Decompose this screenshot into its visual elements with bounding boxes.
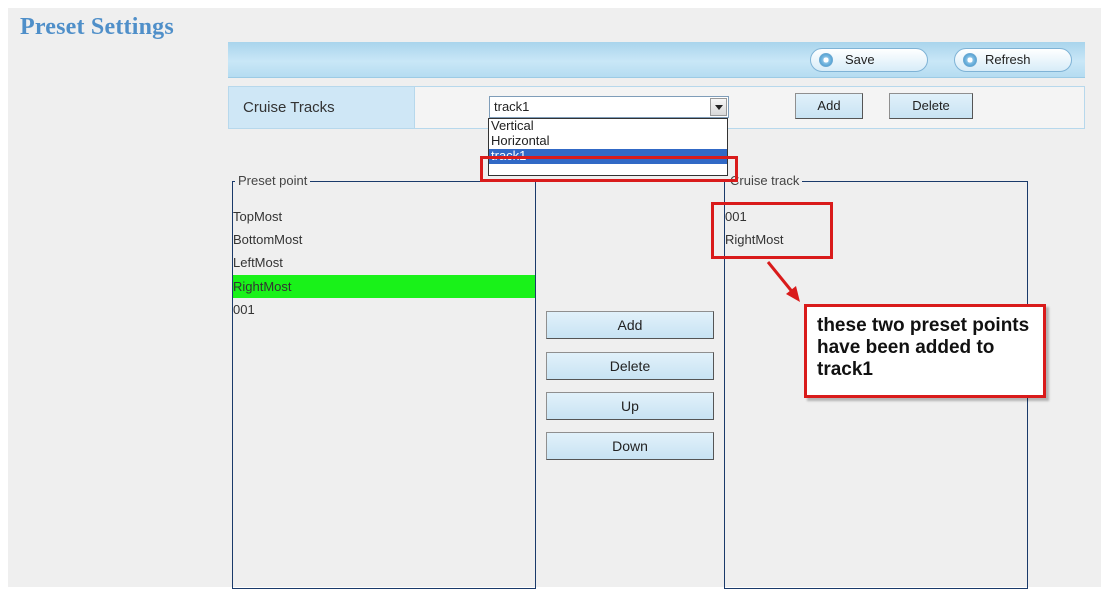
preset-list-item[interactable]: 001	[233, 298, 535, 321]
move-down-button[interactable]: Down	[546, 432, 714, 460]
track-option[interactable]: Horizontal	[489, 134, 727, 149]
page-title: Preset Settings	[20, 14, 174, 40]
cruise-track-legend: Cruise track	[727, 173, 803, 189]
cruise-track-select[interactable]: track1	[489, 96, 729, 118]
cruise-list-item[interactable]: 001	[725, 205, 1027, 228]
annotation-callout: these two preset points have been added …	[804, 304, 1046, 398]
cruise-tracks-label: Cruise Tracks	[229, 87, 415, 128]
delete-from-track-button[interactable]: Delete	[546, 352, 714, 380]
cruise-track-select-value: track1	[494, 99, 530, 114]
save-button[interactable]: Save	[810, 48, 928, 72]
arrow-down-icon	[766, 261, 800, 302]
add-to-track-button[interactable]: Add	[546, 311, 714, 339]
preset-list-item[interactable]: BottomMost	[233, 228, 535, 251]
toolbar: Save Refresh	[228, 42, 1085, 78]
preset-list-item-selected[interactable]: RightMost	[233, 275, 535, 298]
refresh-cycle-icon	[819, 53, 833, 67]
preset-point-legend: Preset point	[235, 173, 311, 189]
preset-point-group: Preset point TopMost BottomMost LeftMost…	[232, 173, 536, 589]
refresh-button-label: Refresh	[985, 52, 1031, 67]
move-up-button[interactable]: Up	[546, 392, 714, 420]
cruise-list-item[interactable]: RightMost	[725, 228, 1027, 251]
refresh-button[interactable]: Refresh	[954, 48, 1072, 72]
track-option-selected[interactable]: track1	[489, 149, 727, 164]
refresh-cycle-icon	[963, 53, 977, 67]
add-track-button[interactable]: Add	[795, 93, 863, 119]
chevron-down-icon[interactable]	[710, 98, 727, 116]
save-button-label: Save	[845, 52, 875, 67]
preset-list-item[interactable]: LeftMost	[233, 251, 535, 274]
track-option[interactable]: Vertical	[489, 119, 727, 134]
preset-list-item[interactable]: TopMost	[233, 205, 535, 228]
track-dropdown-list: Vertical Horizontal track1	[488, 118, 728, 176]
delete-track-button[interactable]: Delete	[889, 93, 973, 119]
